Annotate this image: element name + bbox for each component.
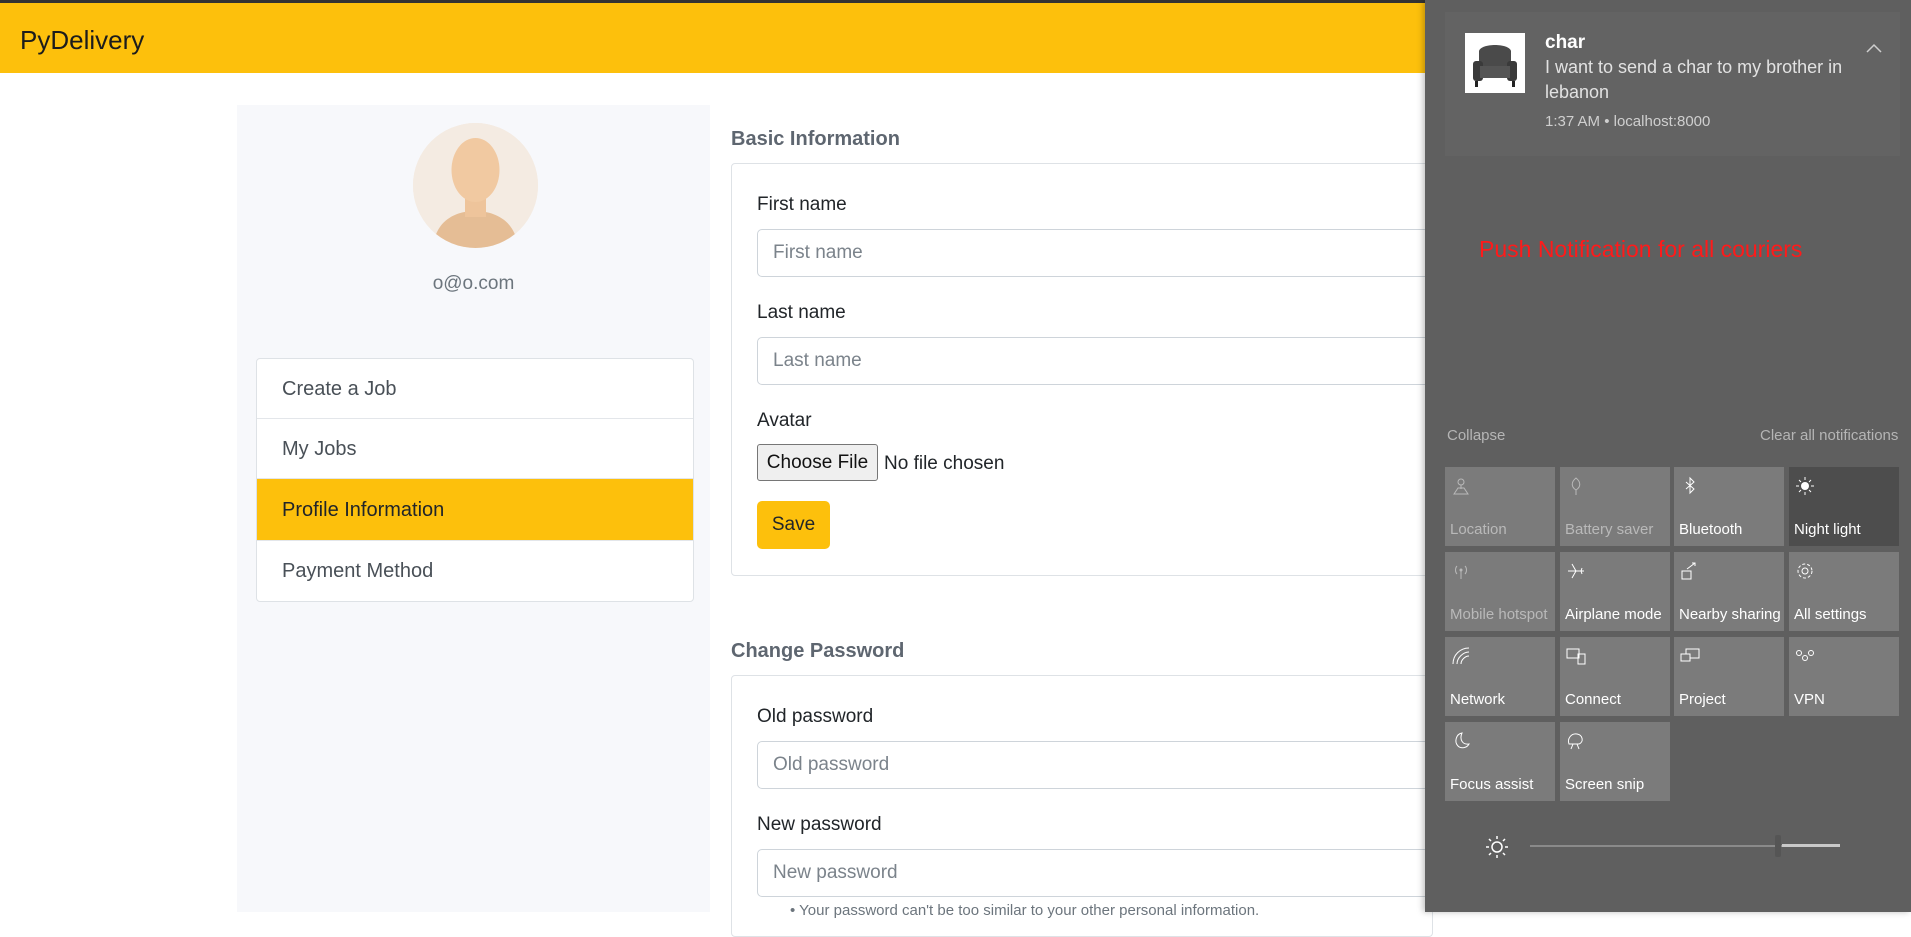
settings-icon bbox=[1797, 563, 1813, 579]
focus-assist-icon bbox=[1455, 732, 1470, 749]
battery-saver-icon bbox=[1571, 477, 1581, 495]
location-icon bbox=[1453, 478, 1469, 495]
notification-thumbnail bbox=[1465, 33, 1525, 93]
new-password-label: New password bbox=[757, 814, 882, 835]
tile-network[interactable]: Network bbox=[1445, 637, 1555, 716]
old-password-label: Old password bbox=[757, 706, 874, 727]
tile-vpn[interactable]: VPN bbox=[1789, 637, 1899, 716]
push-notification-annotation: Push Notification for all couriers bbox=[1479, 236, 1803, 262]
user-email: o@o.com bbox=[432, 273, 515, 294]
armchair-icon bbox=[1465, 33, 1525, 93]
brand-logo[interactable]: PyDelivery bbox=[20, 25, 144, 56]
collapse-link[interactable]: Collapse bbox=[1447, 427, 1505, 444]
tile-night-light[interactable]: Night light bbox=[1789, 467, 1899, 546]
nearby-sharing-icon bbox=[1681, 562, 1696, 580]
choose-file-button[interactable]: Choose File bbox=[757, 444, 878, 481]
tile-location[interactable]: Location bbox=[1445, 467, 1555, 546]
tile-project[interactable]: Project bbox=[1674, 637, 1784, 716]
sidebar-menu: Create a Job My Jobs Profile Information… bbox=[256, 358, 694, 602]
basic-info-title: Basic Information bbox=[731, 128, 900, 150]
first-name-label: First name bbox=[757, 194, 847, 215]
avatar-placeholder-icon bbox=[413, 123, 538, 248]
last-name-label: Last name bbox=[757, 302, 846, 323]
airplane-icon bbox=[1568, 563, 1584, 579]
mobile-hotspot-icon bbox=[1455, 565, 1467, 579]
brightness-slider-thumb[interactable] bbox=[1775, 835, 1781, 857]
avatar bbox=[413, 123, 538, 248]
clear-all-notifications-link[interactable]: Clear all notifications bbox=[1760, 427, 1898, 444]
last-name-input[interactable] bbox=[757, 337, 1437, 385]
first-name-input[interactable] bbox=[757, 229, 1437, 277]
screen-snip-icon bbox=[1568, 733, 1583, 750]
sidebar-item-my-jobs[interactable]: My Jobs bbox=[257, 419, 693, 479]
notification-meta: 1:37 AM • localhost:8000 bbox=[1545, 113, 1711, 130]
save-button[interactable]: Save bbox=[757, 501, 830, 549]
new-password-input[interactable] bbox=[757, 849, 1437, 897]
notification-body: I want to send a char to my brother in l… bbox=[1545, 57, 1843, 102]
tile-nearby-sharing[interactable]: Nearby sharing bbox=[1674, 552, 1784, 631]
password-help-text: • Your password can't be too similar to … bbox=[790, 902, 1260, 919]
night-light-icon bbox=[1796, 477, 1814, 495]
avatar-label: Avatar bbox=[757, 410, 812, 431]
tile-battery-saver[interactable]: Battery saver bbox=[1560, 467, 1670, 546]
brightness-slider-remaining bbox=[1782, 844, 1840, 847]
sidebar-item-payment-method[interactable]: Payment Method bbox=[257, 541, 693, 601]
notification-title: char bbox=[1545, 32, 1586, 53]
file-status-text: No file chosen bbox=[884, 453, 1005, 474]
project-icon bbox=[1680, 648, 1700, 662]
tile-connect[interactable]: Connect bbox=[1560, 637, 1670, 716]
tile-focus-assist[interactable]: Focus assist bbox=[1445, 722, 1555, 801]
tile-bluetooth[interactable]: Bluetooth bbox=[1674, 467, 1784, 546]
vpn-icon bbox=[1796, 650, 1814, 661]
network-icon bbox=[1452, 647, 1470, 665]
bluetooth-icon bbox=[1685, 476, 1695, 495]
sidebar-item-profile-information[interactable]: Profile Information bbox=[257, 479, 693, 541]
chevron-up-icon[interactable] bbox=[1864, 40, 1884, 56]
old-password-input[interactable] bbox=[757, 741, 1437, 789]
brightness-icon bbox=[1486, 836, 1508, 858]
connect-icon bbox=[1566, 648, 1586, 665]
tile-mobile-hotspot[interactable]: Mobile hotspot bbox=[1445, 552, 1555, 631]
tile-all-settings[interactable]: All settings bbox=[1789, 552, 1899, 631]
tile-screen-snip[interactable]: Screen snip bbox=[1560, 722, 1670, 801]
sidebar-item-create-job[interactable]: Create a Job bbox=[257, 359, 693, 419]
tile-airplane-mode[interactable]: Airplane mode bbox=[1560, 552, 1670, 631]
change-password-title: Change Password bbox=[731, 640, 905, 662]
